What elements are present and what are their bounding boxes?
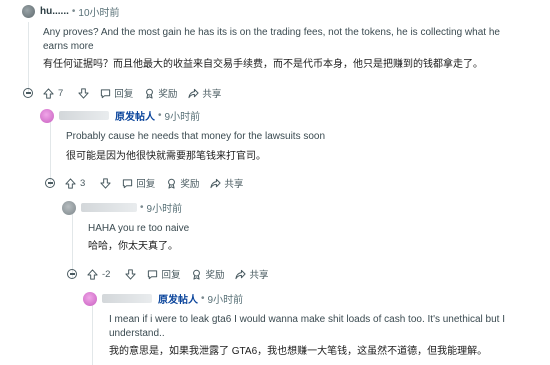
comment-time: 9小时前 xyxy=(164,112,201,123)
award-label: 奖励 xyxy=(205,270,225,281)
comment-body-en: Probably cause he needs that money for t… xyxy=(66,131,326,142)
collapse-thread-button[interactable] xyxy=(67,269,77,279)
upvote-icon xyxy=(43,87,54,99)
award-icon xyxy=(193,269,201,280)
collapse-thread-button[interactable] xyxy=(45,178,55,188)
share-label: 共享 xyxy=(249,270,269,281)
comment-meta: • 9小时前 xyxy=(62,200,182,215)
vote-count: 7 xyxy=(58,87,64,99)
award-label: 奖励 xyxy=(180,179,200,190)
avatar[interactable] xyxy=(62,200,76,215)
reply-button[interactable]: 回复 xyxy=(122,176,155,190)
vote-count: 3 xyxy=(80,177,86,189)
share-icon xyxy=(210,178,221,188)
comment-body-cn: 我的意思是，如果我泄露了 GTA6，我也想赚一大笔钱，这虽然不道德，但我能理解。 xyxy=(109,346,488,357)
reply-label: 回复 xyxy=(161,270,181,281)
share-icon xyxy=(188,88,199,98)
avatar[interactable] xyxy=(22,5,35,18)
vote-count: -2 xyxy=(102,268,111,280)
share-button[interactable]: 共享 xyxy=(235,267,269,281)
comment-time: 9小时前 xyxy=(146,204,183,215)
reply-button[interactable]: 回复 xyxy=(100,86,133,100)
comment-thread: hu...... • 10小时前 Any proves? And the mos… xyxy=(0,0,550,365)
downvote-icon xyxy=(100,177,111,189)
thread-line[interactable] xyxy=(28,22,29,92)
share-button[interactable]: 共享 xyxy=(210,176,243,190)
separator-dot: • xyxy=(201,293,205,304)
upvote-button[interactable]: -2 xyxy=(87,269,114,280)
share-icon xyxy=(235,269,247,279)
comment-body-en: HAHA you re too naive xyxy=(88,223,190,234)
comment-actions: -2 回复 奖励 共享 xyxy=(67,267,280,281)
comment-body-en: I mean if i were to leak gta6 I would wa… xyxy=(109,314,506,339)
reply-icon xyxy=(148,269,158,279)
comment-meta: 原发帖人 • 9小时前 xyxy=(83,291,243,306)
avatar[interactable] xyxy=(40,108,54,123)
downvote-button[interactable] xyxy=(125,268,137,280)
comment-actions: 3 回复 奖励 共享 xyxy=(45,176,254,190)
reply-label: 回复 xyxy=(114,89,134,100)
award-icon xyxy=(168,178,176,189)
author-name[interactable]: hu...... xyxy=(40,6,69,17)
downvote-icon xyxy=(78,87,89,99)
upvote-button[interactable]: 3 xyxy=(65,178,89,189)
comment-actions: 7 回复 奖励 共享 xyxy=(23,86,232,100)
comment-body-cn: 很可能是因为他很快就需要那笔钱来打官司。 xyxy=(66,151,266,162)
thread-line[interactable] xyxy=(92,300,93,365)
downvote-button[interactable] xyxy=(78,87,89,99)
author-name-redacted xyxy=(81,203,137,212)
share-button[interactable]: 共享 xyxy=(188,86,221,100)
separator-dot: • xyxy=(140,202,144,213)
author-name-redacted xyxy=(59,111,109,120)
award-button[interactable]: 奖励 xyxy=(191,267,224,281)
author-name[interactable]: 原发帖人 xyxy=(158,291,198,306)
avatar[interactable] xyxy=(83,291,97,306)
comment-meta: hu...... • 10小时前 xyxy=(22,4,120,19)
award-icon xyxy=(146,88,154,99)
comment-body-cn: 有任何证据吗？而且他最大的收益来自交易手续费，而不是代币本身，他只是把赚到的钱都… xyxy=(43,59,483,70)
comment-meta: 原发帖人 • 9小时前 xyxy=(40,108,200,123)
reply-label: 回复 xyxy=(136,179,156,190)
comment-body-cn: 哈哈，你太天真了。 xyxy=(88,241,178,252)
share-label: 共享 xyxy=(202,89,222,100)
reply-button[interactable]: 回复 xyxy=(147,267,180,281)
downvote-button[interactable] xyxy=(100,177,111,189)
upvote-button[interactable]: 7 xyxy=(43,88,67,99)
separator-dot: • xyxy=(71,6,76,17)
award-button[interactable]: 奖励 xyxy=(144,86,177,100)
award-button[interactable]: 奖励 xyxy=(166,176,199,190)
comment-body-en: Any proves? And the most gain he has its… xyxy=(43,27,500,52)
author-name-redacted xyxy=(102,294,152,303)
share-label: 共享 xyxy=(224,179,244,190)
upvote-icon xyxy=(65,177,76,189)
comment-time: 9小时前 xyxy=(207,295,244,306)
reply-icon xyxy=(123,178,133,188)
author-name[interactable]: 原发帖人 xyxy=(115,108,155,123)
award-label: 奖励 xyxy=(158,89,178,100)
comment-time: 10小时前 xyxy=(78,8,120,19)
downvote-icon xyxy=(125,268,137,280)
reply-icon xyxy=(101,88,111,98)
separator-dot: • xyxy=(158,110,162,121)
collapse-thread-button[interactable] xyxy=(23,88,33,98)
upvote-icon xyxy=(87,268,98,280)
